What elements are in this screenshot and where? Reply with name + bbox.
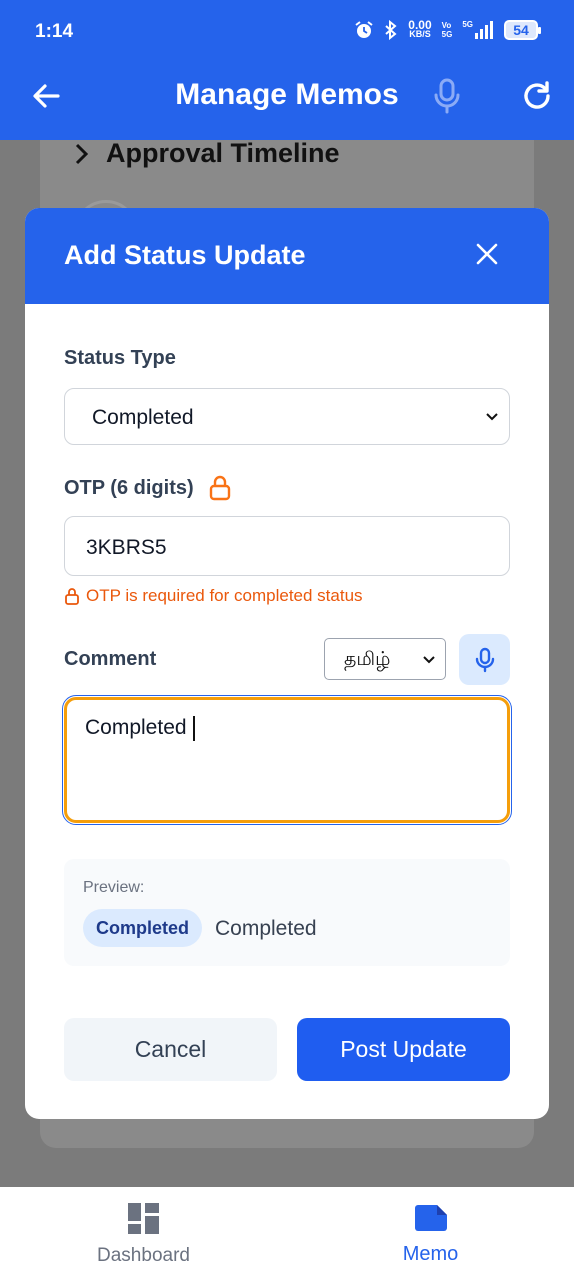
chevron-down-icon (486, 413, 498, 421)
chevron-down-icon (423, 656, 435, 664)
dashboard-icon (128, 1203, 159, 1234)
bluetooth-icon (384, 20, 398, 40)
preview-box: Preview: Completed Completed (64, 859, 510, 966)
status-type-label: Status Type (64, 347, 176, 369)
microphone-icon (475, 647, 494, 672)
dialog-header: Add Status Update (25, 208, 549, 304)
section-title: Approval Timeline (106, 138, 340, 168)
top-bar: 1:14 0.00 KB/S Vo 5G 5G 54 Manage Memos (0, 0, 574, 140)
approval-timeline-header: Approval Timeline (74, 138, 340, 169)
status-bar: 1:14 0.00 KB/S Vo 5G 5G 54 (0, 0, 574, 64)
nav-label-dashboard: Dashboard (97, 1245, 190, 1266)
signal-icon: 5G (462, 20, 494, 40)
close-icon (476, 243, 498, 265)
dialog-title: Add Status Update (64, 240, 306, 270)
otp-required-hint: OTP is required for completed status (64, 586, 363, 606)
preview-label: Preview: (83, 879, 145, 896)
microphone-icon (434, 78, 460, 114)
voice-input-button[interactable] (459, 634, 510, 685)
nav-label-memo: Memo (402, 1243, 459, 1265)
memo-icon (415, 1205, 447, 1231)
add-status-update-dialog: Add Status Update Status Type Completed … (25, 208, 549, 1119)
comment-value: Completed (85, 716, 195, 741)
otp-value: 3KBRS5 (86, 536, 167, 559)
post-update-button[interactable]: Post Update (297, 1018, 510, 1081)
status-type-select[interactable]: Completed (64, 388, 510, 445)
close-button[interactable] (473, 240, 501, 268)
lock-icon (209, 475, 230, 501)
alarm-icon (354, 20, 374, 40)
status-time: 1:14 (35, 21, 74, 42)
status-badge: Completed (83, 909, 203, 947)
volte-indicator: Vo 5G (441, 21, 453, 39)
battery-icon: 54 (504, 20, 541, 40)
language-select[interactable]: தமிழ் (324, 638, 446, 680)
lock-icon (65, 588, 79, 605)
voice-search-button[interactable] (433, 78, 461, 114)
text-caret (192, 716, 195, 741)
nav-item-memo[interactable]: Memo (287, 1187, 574, 1280)
otp-hint-text: OTP is required for completed status (86, 586, 363, 605)
status-icons: 0.00 KB/S Vo 5G 5G 54 (354, 18, 541, 40)
comment-label: Comment (64, 648, 157, 670)
page-title: Manage Memos (175, 78, 399, 111)
otp-label: OTP (6 digits) (64, 476, 194, 499)
refresh-icon (524, 81, 550, 109)
chevron-right-icon (75, 143, 89, 164)
comment-textarea[interactable]: Completed (62, 695, 512, 825)
otp-label-row: OTP (6 digits) (64, 475, 232, 501)
cancel-button[interactable]: Cancel (64, 1018, 277, 1081)
language-value: தமிழ் (344, 649, 391, 670)
preview-comment: Completed (215, 917, 317, 940)
bottom-navigation: Dashboard Memo (0, 1187, 574, 1280)
network-speed: 0.00 KB/S (408, 18, 432, 39)
status-type-value: Completed (92, 406, 194, 429)
nav-item-dashboard[interactable]: Dashboard (0, 1187, 287, 1280)
refresh-button[interactable] (520, 79, 554, 113)
otp-input[interactable]: 3KBRS5 (64, 516, 510, 576)
